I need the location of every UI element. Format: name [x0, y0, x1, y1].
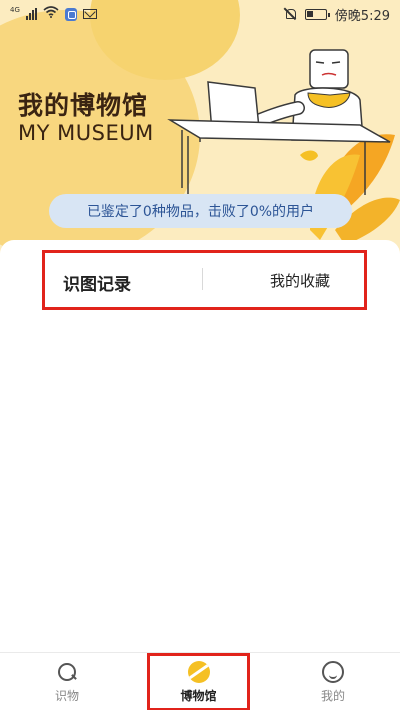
status-left: 4G — [10, 6, 97, 22]
profile-icon — [322, 660, 344, 683]
mail-icon — [82, 9, 97, 19]
page-title: 我的博物馆 — [18, 91, 149, 120]
nav-museum-label: 博物馆 — [180, 688, 217, 703]
nav-profile[interactable]: 我的 — [278, 653, 388, 710]
page-subtitle: MY MUSEUM — [18, 121, 154, 145]
status-time: 傍晚5:29 — [334, 8, 390, 24]
shield-icon — [64, 7, 77, 21]
nav-museum[interactable]: 博物馆 — [147, 653, 250, 710]
tab-bar: 识图记录 我的收藏 — [42, 250, 367, 310]
status-bar: 4G 傍晚5:29 — [0, 0, 400, 28]
museum-header: 4G 傍晚5:29 我的博物馆 MY MUSEUM 已鉴定了0种物品，击败了0%… — [0, 0, 400, 260]
bottom-nav: 识物 博物馆 我的 — [0, 652, 400, 710]
wifi-icon — [43, 6, 59, 22]
nav-profile-label: 我的 — [320, 688, 345, 703]
tab-recognition-history[interactable]: 识图记录 — [63, 270, 135, 297]
main-content: 识图记录 我的收藏 — [0, 240, 400, 652]
bell-off-icon — [283, 7, 297, 21]
signal-icon — [25, 8, 37, 20]
battery-icon — [304, 8, 330, 20]
app-root: 4G 傍晚5:29 我的博物馆 MY MUSEUM 已鉴定了0种物品，击败了0%… — [0, 0, 400, 710]
network-type: 4G — [10, 6, 20, 14]
tab-divider — [202, 268, 203, 290]
stat-banner: 已鉴定了0种物品，击败了0%的用户 — [49, 194, 352, 228]
status-right: 傍晚5:29 — [283, 5, 390, 24]
search-icon — [56, 661, 78, 683]
museum-icon — [187, 660, 210, 683]
nav-identify[interactable]: 识物 — [12, 653, 122, 710]
nav-identify-label: 识物 — [54, 688, 79, 703]
tab-my-favorites[interactable]: 我的收藏 — [270, 270, 330, 291]
